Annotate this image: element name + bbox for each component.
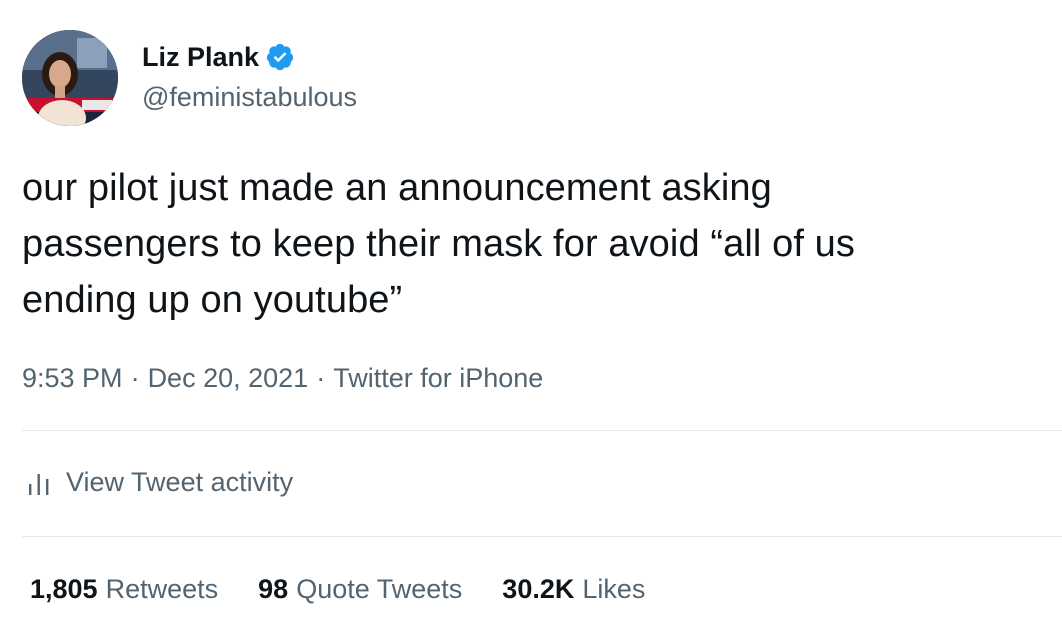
tweet-date[interactable]: Dec 20, 2021 [148,360,309,396]
tweet-meta: 9:53 PM · Dec 20, 2021 · Twitter for iPh… [22,360,543,396]
name-row: Liz Plank [142,40,357,74]
retweets-count: 1,805 [30,574,98,604]
tweet-time[interactable]: 9:53 PM [22,360,123,396]
view-tweet-activity-link[interactable]: View Tweet activity [28,464,293,500]
meta-separator: · [130,363,140,393]
author-info: Liz Plank @feministabulous [142,40,357,116]
likes-count: 30.2K [502,574,575,604]
retweets-stat[interactable]: 1,805 Retweets [30,571,218,607]
tweet-stats: 1,805 Retweets 98 Quote Tweets 30.2K Lik… [30,571,685,607]
avatar[interactable] [22,30,118,126]
verified-badge-icon [265,42,295,72]
retweets-label: Retweets [105,574,219,604]
divider [22,536,1062,537]
author-handle[interactable]: @feministabulous [142,78,357,116]
meta-separator: · [316,363,326,393]
bar-chart-icon [28,469,50,495]
likes-label: Likes [582,574,646,604]
likes-stat[interactable]: 30.2K Likes [502,571,645,607]
quote-tweets-stat[interactable]: 98 Quote Tweets [258,571,462,607]
divider [22,430,1062,431]
display-name[interactable]: Liz Plank [142,40,259,74]
avatar-photo [22,30,118,126]
tweet-text: our pilot just made an announcement aski… [22,167,855,321]
tweet-source-link[interactable]: Twitter for iPhone [333,360,543,396]
view-tweet-activity-label: View Tweet activity [66,467,294,497]
quote-tweets-count: 98 [258,574,289,604]
tweet-header: Liz Plank @feministabulous [22,30,357,126]
quote-tweets-label: Quote Tweets [296,574,463,604]
